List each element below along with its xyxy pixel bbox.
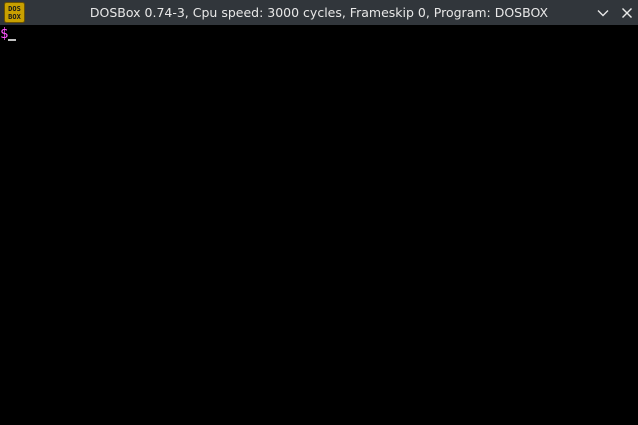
prompt-symbol: $ <box>0 26 9 42</box>
command-prompt-line: $ <box>0 26 17 42</box>
close-icon <box>622 8 632 18</box>
title-bar[interactable]: DOS BOX DOSBox 0.74-3, Cpu speed: 3000 c… <box>0 0 638 25</box>
icon-text-bottom: BOX <box>8 13 21 21</box>
minimize-button[interactable] <box>593 3 613 23</box>
dos-screen[interactable]: $ <box>0 25 638 425</box>
dosbox-logo-icon[interactable]: DOS BOX <box>4 2 25 23</box>
window-title: DOSBox 0.74-3, Cpu speed: 3000 cycles, F… <box>89 5 549 20</box>
icon-text-top: DOS <box>8 5 21 13</box>
chevron-down-icon <box>597 10 609 17</box>
dosbox-window: DOS BOX DOSBox 0.74-3, Cpu speed: 3000 c… <box>0 0 638 425</box>
text-cursor <box>8 39 17 41</box>
close-button[interactable] <box>617 3 637 23</box>
